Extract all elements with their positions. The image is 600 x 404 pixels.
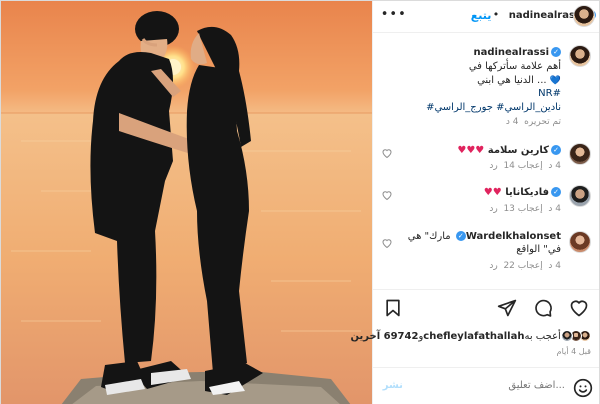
caption-meta: تم تحريره 4 د <box>506 117 561 127</box>
comment-username-text[interactable]: كارين سلامة <box>488 145 549 156</box>
comment-reply-button[interactable]: رد <box>489 261 497 271</box>
follow-button[interactable]: يتبع <box>471 9 492 22</box>
likes-user[interactable]: chefleylafathallah <box>423 331 524 342</box>
header-avatar[interactable] <box>573 5 595 27</box>
comment-item: Wardelkhalonset✓ مارك" هي في" الواقع 4 د… <box>373 227 599 277</box>
sunset-couple-image <box>1 1 372 404</box>
caption-block: nadinealrassi ✓ أهم علامة سأتركها في 💙 ..… <box>373 39 599 139</box>
comment-meta: 4 د إعجاب 13 رد <box>489 204 561 214</box>
likes-and: و <box>418 330 424 342</box>
comment-likes[interactable]: إعجاب 13 <box>503 204 542 214</box>
comment-username[interactable]: Wardelkhalonset✓ <box>454 231 561 242</box>
caption-text: أهم علامة سأتركها في 💙 ... الدنيا هي ابن… <box>381 60 561 88</box>
comment-icon[interactable] <box>533 298 553 318</box>
comment-like-heart-icon[interactable] <box>381 147 393 159</box>
comment-item: ♥♥ فاديكانايا ✓ 4 د إعجاب 13 رد <box>373 183 599 223</box>
post-comment-button[interactable]: نشر <box>383 380 403 391</box>
comment-avatar[interactable] <box>569 143 591 165</box>
comment-time[interactable]: 4 د <box>548 204 561 214</box>
comment-avatar[interactable] <box>569 231 591 253</box>
comment-time[interactable]: 4 د <box>548 161 561 171</box>
comment-username[interactable]: ♥♥♥ كارين سلامة ✓ <box>457 145 561 156</box>
likes-prefix: أعجب به <box>524 330 561 342</box>
posted-time[interactable]: قبل 4 أيام <box>557 347 591 356</box>
emoji-smile-icon[interactable] <box>573 378 593 401</box>
likes-summary[interactable]: أعجب به chefleylafathallah و 69742 آخرين <box>351 327 591 345</box>
comment-item: ♥♥♥ كارين سلامة ✓ 4 د إعجاب 14 رد <box>373 141 599 181</box>
post-photo[interactable] <box>1 1 372 404</box>
caption-hashtags: #NR نادين_الراسي# جورج_الراسي# <box>381 87 561 115</box>
comment-avatar[interactable] <box>569 185 591 207</box>
caption-username-text[interactable]: nadinealrassi <box>473 47 549 58</box>
comment-username-text[interactable]: Wardelkhalonset <box>466 231 561 242</box>
caption-line-1: أهم علامة سأتركها في <box>468 61 561 72</box>
separator-dot: • <box>492 8 500 21</box>
comment-meta: 4 د إعجاب 14 رد <box>489 161 561 171</box>
edited-label: تم تحريره <box>524 117 561 127</box>
verified-badge-icon: ✓ <box>455 231 466 241</box>
like-heart-icon[interactable] <box>569 298 589 318</box>
comment-username-text[interactable]: فاديكانايا <box>505 187 549 198</box>
blue-heart-icon: 💙 <box>549 76 561 86</box>
more-options-button[interactable]: ••• <box>381 7 407 22</box>
add-comment-bar: نشر <box>372 367 599 404</box>
comment-reply-button[interactable]: رد <box>489 161 497 171</box>
post-side-panel: ••• يتبع • nadinealrassi✓ nadinealrassi✓… <box>351 1 599 404</box>
comment-body: Wardelkhalonset✓ مارك" هي في" الواقع <box>401 230 561 256</box>
comment-text: ♥♥ <box>483 187 503 198</box>
share-icon[interactable] <box>497 298 517 318</box>
verified-badge-icon: ✓ <box>551 145 561 155</box>
caption-username[interactable]: nadinealrassi ✓ <box>473 47 561 58</box>
caption-line-2-wrap: 💙 ... الدنيا هي ابني <box>381 74 561 88</box>
verified-badge-icon: ✓ <box>551 187 561 197</box>
caption-time[interactable]: 4 د <box>506 117 519 127</box>
comment-reply-button[interactable]: رد <box>489 204 497 214</box>
verified-badge-icon: ✓ <box>551 47 561 57</box>
save-bookmark-icon[interactable] <box>383 298 403 318</box>
comment-like-heart-icon[interactable] <box>381 189 393 201</box>
hashtag-nr[interactable]: #NR <box>381 87 561 101</box>
comment-like-heart-icon[interactable] <box>381 237 393 249</box>
comment-meta: 4 د إعجاب 22 رد <box>489 261 561 271</box>
likes-others[interactable]: 69742 آخرين <box>351 331 419 342</box>
instagram-post: ••• يتبع • nadinealrassi✓ nadinealrassi✓… <box>0 0 600 404</box>
comment-username[interactable]: ♥♥ فاديكانايا ✓ <box>484 187 561 198</box>
caption-line-2: ... الدنيا هي ابني <box>477 75 547 86</box>
comment-text: ♥♥♥ <box>457 145 485 156</box>
comment-likes[interactable]: إعجاب 14 <box>503 161 542 171</box>
hashtag-names[interactable]: نادين_الراسي# جورج_الراسي# <box>381 101 561 115</box>
comment-likes[interactable]: إعجاب 22 <box>503 261 542 271</box>
add-comment-input[interactable] <box>425 380 565 391</box>
caption-avatar[interactable] <box>569 45 591 67</box>
liker-avatar <box>561 330 573 342</box>
comment-time[interactable]: 4 د <box>548 261 561 271</box>
action-bar <box>372 289 599 325</box>
post-header: ••• يتبع • nadinealrassi✓ <box>372 1 599 33</box>
